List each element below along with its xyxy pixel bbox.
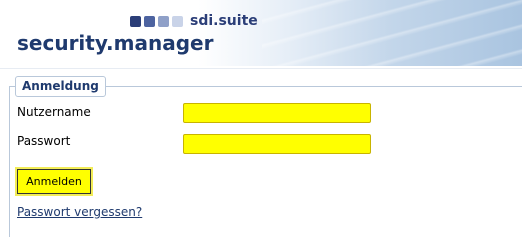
password-input[interactable] xyxy=(183,134,371,154)
password-label: Passwort xyxy=(17,134,71,148)
brand-name: sdi.suite xyxy=(190,13,258,29)
header-divider xyxy=(0,68,522,69)
forgot-password-link[interactable]: Passwort vergessen? xyxy=(17,205,142,219)
app-title: security.manager xyxy=(17,31,214,55)
logo-square-icon xyxy=(130,15,141,27)
header-decoration xyxy=(262,0,522,66)
logo-square-icon xyxy=(144,15,155,27)
logo-square-icon xyxy=(158,15,169,27)
app-header: sdi.suite security.manager xyxy=(0,0,522,66)
username-label: Nutzername xyxy=(17,105,91,119)
sdi-suite-logo: sdi.suite xyxy=(130,13,258,29)
logo-square-icon xyxy=(172,15,183,27)
username-input[interactable] xyxy=(183,103,371,123)
login-panel-legend: Anmeldung xyxy=(15,76,106,97)
login-button[interactable]: Anmelden xyxy=(17,169,91,194)
